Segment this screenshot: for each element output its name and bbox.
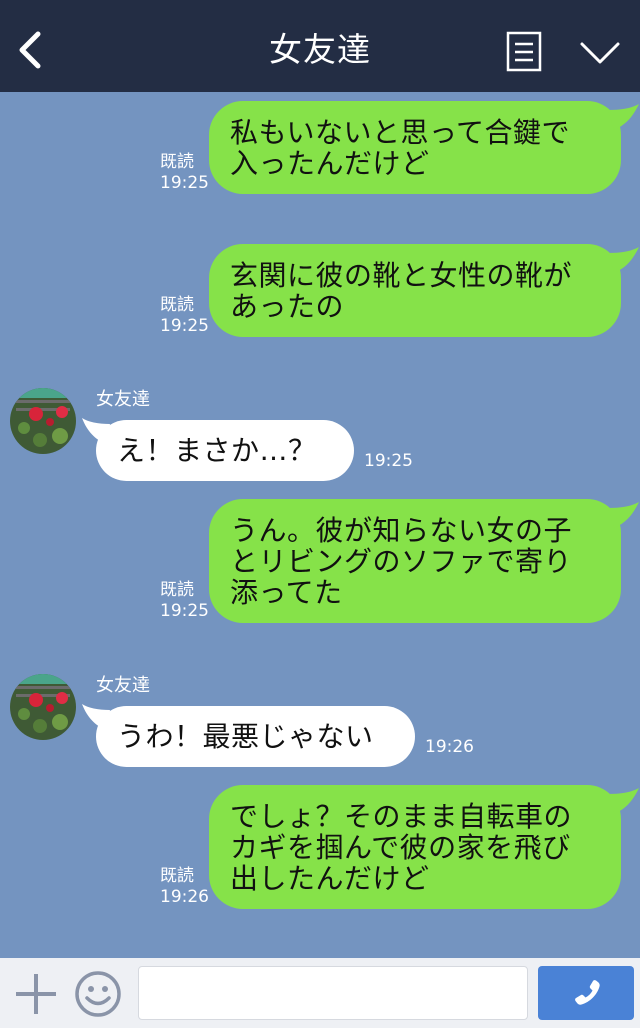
message-meta: 既読 19:25 [160, 152, 209, 194]
smiley-icon[interactable] [74, 970, 122, 1018]
bubble-tail [608, 502, 639, 528]
message-meta: 既読 19:25 [160, 295, 209, 337]
message-line: 入ったんだけど [230, 147, 430, 180]
message-line: でしょ？そのまま自転車の [230, 800, 573, 833]
avatar[interactable] [10, 388, 76, 454]
message-time: 19:25 [160, 173, 209, 193]
message-time: 19:25 [364, 451, 413, 471]
message-meta: 既読 19:25 [160, 580, 209, 622]
avatar-photo [10, 388, 76, 454]
chevron-down-icon[interactable] [578, 36, 622, 68]
bubble-tail [608, 788, 639, 814]
message-line: 私もいないと思って合鍵で [230, 116, 571, 149]
message-line: え！まさか…？ [117, 434, 317, 467]
plus-icon[interactable] [14, 972, 58, 1016]
message-list[interactable]: 既読 19:25 私もいないと思って合鍵で 入ったんだけど 既読 19:25 玄… [0, 92, 640, 958]
message-time: 19:25 [160, 316, 209, 336]
read-receipt: 既読 [160, 152, 194, 172]
message-bubble-incoming[interactable]: うわ！最悪じゃない [96, 706, 415, 767]
message-line: 出したんだけど [230, 862, 430, 895]
message-line: うん。彼が知らない女の子 [230, 514, 573, 547]
avatar-photo [10, 674, 76, 740]
bubble-tail [608, 104, 639, 130]
read-receipt: 既読 [160, 295, 194, 315]
sender-name: 女友達 [96, 675, 150, 696]
message-bubble-outgoing[interactable]: 玄関に彼の靴と女性の靴が あったの [209, 244, 621, 337]
read-receipt: 既読 [160, 866, 194, 886]
message-time: 19:26 [425, 737, 474, 757]
message-line: 添ってた [230, 576, 343, 609]
read-receipt: 既読 [160, 580, 194, 600]
message-time: 19:26 [160, 887, 209, 907]
message-time: 19:25 [160, 601, 209, 621]
chat-header: 女友達 [0, 0, 640, 92]
bubble-tail [608, 247, 639, 273]
message-bubble-outgoing[interactable]: でしょ？そのまま自転車の カギを掴んで彼の家を飛び 出したんだけど [209, 785, 621, 909]
message-line: カギを掴んで彼の家を飛び [230, 831, 571, 864]
message-input[interactable] [138, 966, 528, 1020]
message-line: 玄関に彼の靴と女性の靴が [230, 259, 573, 292]
message-bubble-incoming[interactable]: え！まさか…？ [96, 420, 354, 481]
input-bar [0, 958, 640, 1028]
message-bubble-outgoing[interactable]: 私もいないと思って合鍵で 入ったんだけど [209, 101, 621, 194]
message-line: あったの [230, 290, 345, 323]
avatar[interactable] [10, 674, 76, 740]
call-button[interactable] [538, 966, 634, 1020]
message-line: うわ！最悪じゃない [117, 720, 374, 753]
message-meta: 既読 19:26 [160, 866, 209, 908]
message-line: とリビングのソファで寄り [230, 545, 573, 578]
message-bubble-outgoing[interactable]: うん。彼が知らない女の子 とリビングのソファで寄り 添ってた [209, 499, 621, 623]
chat-title: 女友達 [269, 30, 371, 69]
notes-icon[interactable] [506, 31, 542, 72]
phone-icon [575, 980, 600, 1005]
sender-name: 女友達 [96, 389, 150, 410]
